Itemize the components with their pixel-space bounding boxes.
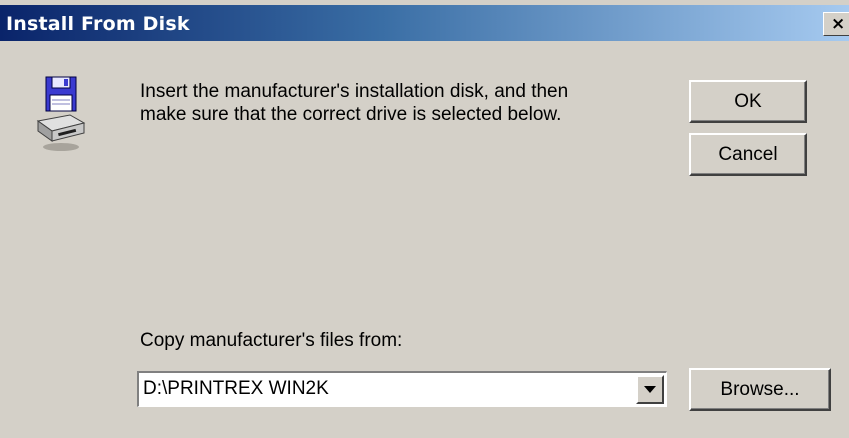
close-button[interactable]: × (823, 12, 849, 36)
dropdown-button[interactable] (636, 375, 664, 404)
cancel-button[interactable]: Cancel (689, 133, 807, 176)
browse-button[interactable]: Browse... (689, 368, 831, 411)
copy-from-combobox[interactable]: D:\PRINTREX WIN2K (137, 371, 667, 407)
copy-from-label: Copy manufacturer's files from: (140, 330, 403, 351)
instruction-message: Insert the manufacturer's installation d… (140, 80, 660, 126)
close-icon: × (831, 14, 846, 34)
title-bar[interactable]: Install From Disk (0, 5, 849, 41)
window-title: Install From Disk (6, 13, 190, 35)
message-line-1: Insert the manufacturer's installation d… (140, 81, 569, 102)
chevron-down-icon (644, 386, 656, 393)
ok-button[interactable]: OK (689, 80, 807, 123)
message-line-2: make sure that the correct drive is sele… (140, 104, 562, 125)
copy-from-input[interactable]: D:\PRINTREX WIN2K (143, 378, 329, 400)
floppy-disk-drive-icon (36, 75, 86, 153)
